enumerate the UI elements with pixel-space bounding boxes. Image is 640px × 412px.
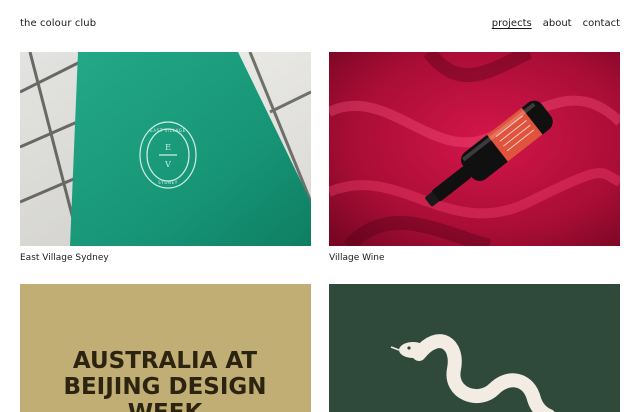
project-caption[interactable]: East Village Sydney xyxy=(20,253,311,263)
headline-line-1: AUSTRALIA AT xyxy=(73,348,258,374)
monogram-v: V xyxy=(164,160,171,169)
main-nav: projects about contact xyxy=(492,18,620,29)
nav-about[interactable]: about xyxy=(543,18,572,29)
nav-contact[interactable]: contact xyxy=(583,18,620,29)
project-card-village-wine[interactable]: Village Wine xyxy=(329,52,620,263)
project-image-east-village[interactable]: E V EAST VILLAGE SYDNEY xyxy=(20,52,311,246)
nav-projects[interactable]: projects xyxy=(492,18,532,29)
monogram-e: E xyxy=(165,143,171,152)
project-image-beijing-design-week[interactable]: AUSTRALIA AT BEIJING DESIGN WEEK xyxy=(20,284,311,412)
headline-line-2: BEIJING DESIGN xyxy=(63,374,266,400)
logo-bottom-text: SYDNEY xyxy=(158,180,178,185)
project-image-snake[interactable] xyxy=(329,284,620,412)
headline-line-3: WEEK xyxy=(128,400,204,412)
project-card-east-village[interactable]: E V EAST VILLAGE SYDNEY East Village Syd… xyxy=(20,52,311,263)
project-card-snake[interactable] xyxy=(329,284,620,412)
project-card-beijing-design-week[interactable]: AUSTRALIA AT BEIJING DESIGN WEEK xyxy=(20,284,311,412)
projects-grid: E V EAST VILLAGE SYDNEY East Village Syd… xyxy=(20,52,620,412)
logo-top-text: EAST VILLAGE xyxy=(150,128,185,133)
site-title-link[interactable]: the colour club xyxy=(20,18,96,29)
project-image-village-wine[interactable] xyxy=(329,52,620,246)
site-header: the colour club projects about contact xyxy=(0,0,640,46)
project-caption[interactable]: Village Wine xyxy=(329,253,620,263)
